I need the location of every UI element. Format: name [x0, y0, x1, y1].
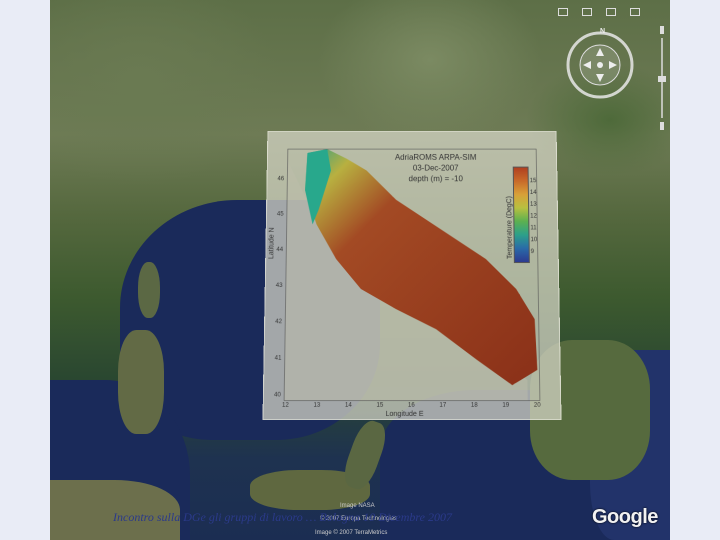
x-tick: 15 [376, 402, 384, 409]
google-logo: Google [592, 506, 658, 528]
plot-title-2: 03-Dec-2007 [412, 163, 459, 173]
tilt-mark-icon[interactable] [582, 8, 592, 16]
x-tick: 18 [470, 402, 478, 409]
tilt-control[interactable] [558, 8, 668, 16]
y-tick: 40 [274, 392, 281, 399]
colorbar-tick: 9 [530, 249, 535, 256]
attribution-line-1: Image NASA [340, 503, 375, 509]
colorbar [512, 166, 530, 264]
model-overlay: AdriaROMS ARPA-SIM 03-Dec-2007 depth (m)… [262, 130, 562, 421]
y-tick: 46 [277, 176, 285, 183]
y-tick: 45 [276, 211, 284, 218]
satellite-map[interactable]: AdriaROMS ARPA-SIM 03-Dec-2007 depth (m)… [50, 0, 670, 540]
x-tick: 13 [313, 402, 321, 409]
compass-north-label: N [600, 28, 606, 35]
y-tick: 42 [275, 319, 282, 326]
y-tick: 43 [275, 282, 283, 289]
plot-title-3: depth (m) = -10 [408, 174, 463, 184]
corsica-island [138, 262, 160, 318]
y-axis-label: Latitude N [268, 227, 276, 260]
x-tick: 17 [439, 402, 447, 409]
zoom-handle[interactable] [658, 76, 666, 82]
x-tick: 20 [533, 402, 541, 409]
plot-title-1: AdriaROMS ARPA-SIM [394, 152, 477, 162]
colorbar-tick: 15 [529, 178, 537, 185]
zoom-out-icon[interactable] [660, 122, 664, 130]
compass-hub [597, 62, 603, 68]
attribution-line-3: Image © 2007 TerraMetrics [315, 530, 388, 536]
slide-caption: Incontro sulla DGe gli gruppi di lavoro … [113, 510, 452, 524]
zoom-slider[interactable] [656, 26, 668, 130]
x-tick: 12 [281, 402, 289, 409]
colorbar-tick: 14 [529, 190, 537, 196]
tilt-mark-icon[interactable] [558, 8, 568, 16]
colorbar-tick: 13 [530, 201, 537, 208]
tilt-mark-icon[interactable] [630, 8, 640, 16]
colorbar-tick: 11 [530, 225, 537, 232]
x-tick: 14 [344, 402, 352, 409]
colorbar-label: Temperature (DegC) [506, 196, 514, 260]
tilt-mark-icon[interactable] [606, 8, 616, 16]
x-tick: 16 [407, 402, 415, 409]
x-tick: 19 [502, 402, 510, 409]
colorbar-tick: 10 [530, 237, 538, 244]
colorbar-tick: 12 [530, 213, 537, 220]
navigation-compass[interactable] [565, 30, 635, 100]
y-tick: 41 [274, 355, 282, 362]
y-tick: 44 [276, 247, 284, 254]
sardinia-island [118, 330, 164, 434]
zoom-in-icon[interactable] [660, 26, 664, 34]
x-axis-label: Longitude E [385, 410, 424, 419]
